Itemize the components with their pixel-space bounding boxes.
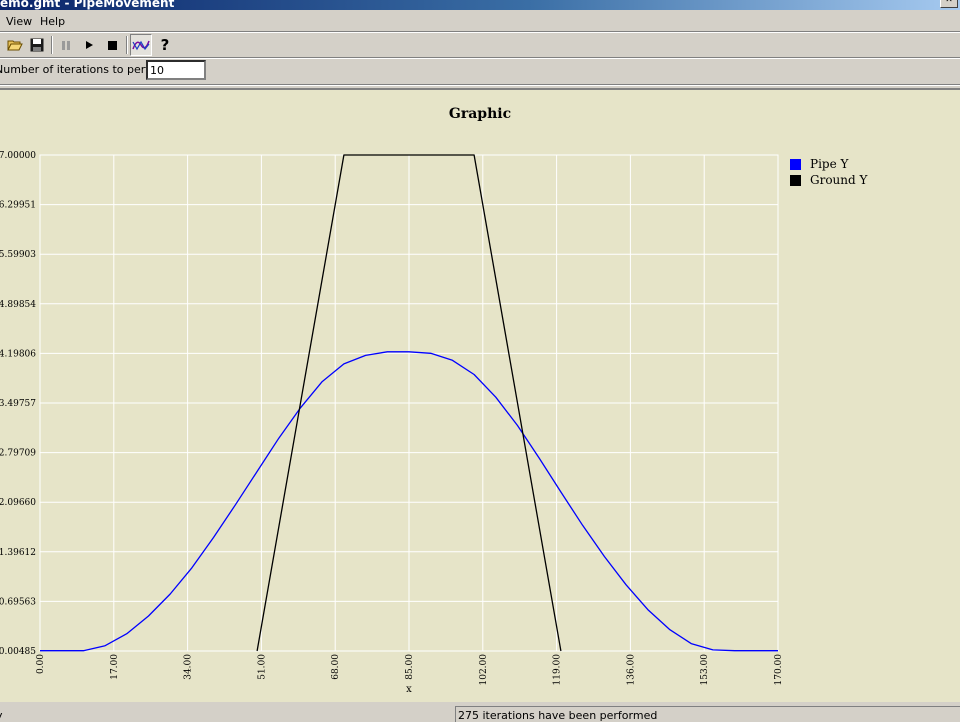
window-title: emo.gmt - PipeMovement <box>0 0 175 10</box>
iterations-input[interactable] <box>146 60 206 80</box>
open-icon <box>7 40 23 51</box>
save-icon <box>30 38 44 52</box>
menu-help[interactable]: Help <box>40 15 65 28</box>
save-button[interactable] <box>26 34 48 56</box>
menu-bar: View Help <box>0 12 960 31</box>
stop-icon <box>108 41 117 50</box>
svg-text:?: ? <box>161 37 170 53</box>
x-tick-label: 102.00 <box>479 654 489 686</box>
y-tick-label: 7.00000 <box>0 151 36 161</box>
menu-view[interactable]: View <box>6 15 32 28</box>
status-left-text: y <box>0 709 3 722</box>
x-tick-label: 85.00 <box>405 654 415 680</box>
y-tick-label: -0.00485 <box>0 647 36 657</box>
y-tick-label: 5.59903 <box>0 250 36 260</box>
help-icon: ? <box>161 37 170 53</box>
x-tick-label: 136.00 <box>626 654 636 686</box>
x-tick-label: 51.00 <box>257 654 267 680</box>
x-tick-label: 170.00 <box>774 654 784 686</box>
x-tick-label: 17.00 <box>110 654 120 680</box>
play-icon <box>86 41 93 49</box>
x-tick-label: 153.00 <box>700 654 710 686</box>
pause-icon <box>62 41 70 50</box>
stop-button[interactable] <box>101 34 123 56</box>
x-tick-label: 68.00 <box>331 654 341 680</box>
legend-label-ground-y: Ground Y <box>810 173 868 187</box>
close-button[interactable]: ✕ <box>940 0 958 8</box>
play-button[interactable] <box>78 34 100 56</box>
chart-button[interactable] <box>130 34 152 56</box>
y-tick-label: 0.69563 <box>0 597 36 607</box>
toolbar: ? <box>0 33 960 57</box>
y-tick-label: 6.29951 <box>0 201 36 211</box>
x-tick-label: 0.00 <box>36 654 46 674</box>
y-tick-label: 2.79709 <box>0 449 36 459</box>
y-tick-label: 2.09660 <box>0 498 36 508</box>
help-button[interactable]: ? <box>154 34 176 56</box>
input-bar-separator <box>0 84 960 86</box>
open-button[interactable] <box>4 34 26 56</box>
toolbar-separator <box>51 36 53 54</box>
toolbar-separator <box>126 36 128 54</box>
pause-button[interactable] <box>55 34 77 56</box>
y-tick-label: 4.89854 <box>0 300 36 310</box>
legend-swatch-pipe-y <box>790 159 801 170</box>
chart-icon <box>132 40 150 51</box>
chart-panel: -0.00485 0.69563 1.39612 2.09660 2.79709 3.49… <box>0 88 960 702</box>
chart-title: Graphic <box>449 106 511 122</box>
x-tick-label: 119.00 <box>553 654 563 686</box>
toolbar-bottom-separator <box>0 57 960 59</box>
x-tick-label: 34.00 <box>184 654 194 680</box>
x-axis-label: x <box>406 684 412 695</box>
y-tick-label: 3.49757 <box>0 399 36 409</box>
y-tick-label: 4.19806 <box>0 349 36 359</box>
legend-swatch-ground-y <box>790 175 801 186</box>
y-tick-label: 1.39612 <box>0 548 36 558</box>
title-bar: emo.gmt - PipeMovement ✕ <box>0 0 960 10</box>
legend-label-pipe-y: Pipe Y <box>810 157 849 171</box>
